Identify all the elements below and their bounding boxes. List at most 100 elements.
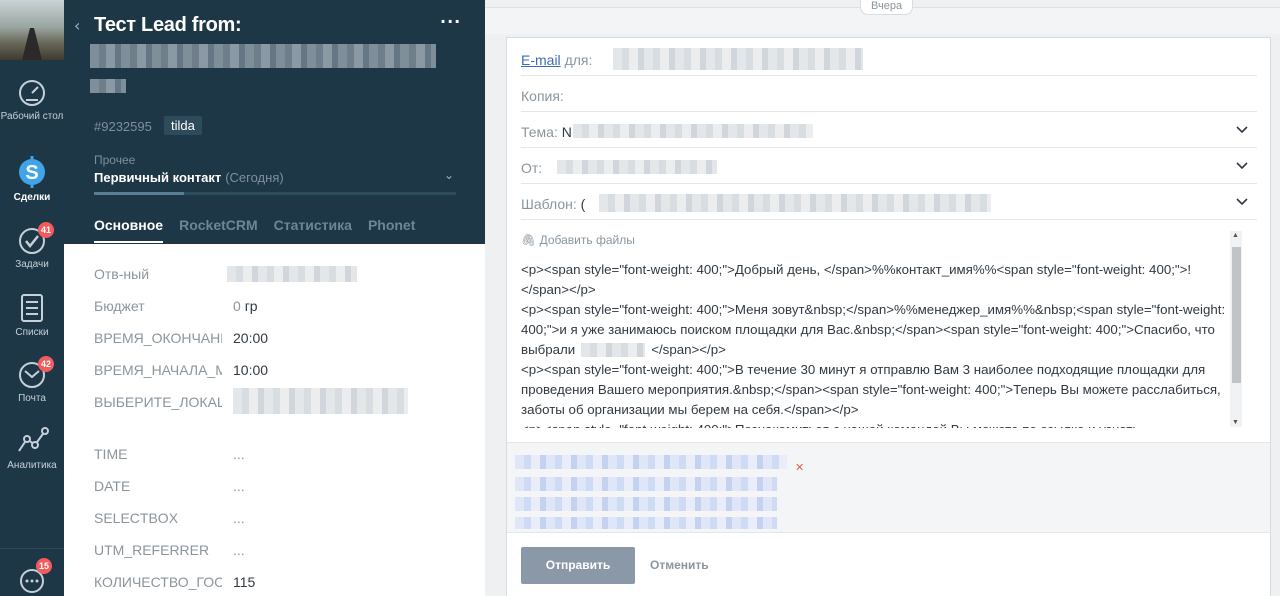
scroll-thumb[interactable] [1232,247,1241,383]
back-chevron-icon[interactable]: ‹ [74,16,80,35]
field-label: DATE [94,478,131,494]
cancel-button[interactable]: Отменить [650,558,709,572]
field-row[interactable]: Бюджет 0 гр [94,290,474,322]
body-line: <p><span style="font-weight: 400;">В теч… [521,362,1221,417]
from-field[interactable]: От: [521,148,1257,184]
email-composer: E-mail для: Копия: Тема: N От: Шаблон: (… [506,37,1271,596]
more-options-icon[interactable]: ··· [440,12,461,31]
subject-label: Тема: N [521,124,572,140]
scroll-up-icon[interactable]: ▲ [1232,232,1239,239]
to-field[interactable]: E-mail для: [521,40,1257,76]
template-label-text: Шаблон: [521,196,577,212]
brand-redacted [581,343,646,358]
stage-name: Первичный контакт [94,170,222,185]
dollar-icon: S [19,156,45,188]
nav-label: Почта [18,393,46,404]
add-files-label: Добавить файлы [539,233,635,247]
subject-label-text: Тема: [521,124,558,140]
chevron-down-icon[interactable] [1235,194,1249,208]
field-value-redacted [227,266,357,282]
field-label: TIME [94,446,128,462]
field-value: 115 [233,574,256,590]
field-row[interactable]: TIME ... [94,438,474,470]
date-label: Вчера [860,0,914,15]
nav-item-lists[interactable]: Списки [0,292,64,339]
field-value: 20:00 [233,330,269,346]
cc-label: Копия: [521,88,564,104]
account-avatar[interactable] [0,0,64,60]
nav-item-mail[interactable]: Почта 42 [0,356,64,405]
from-label: От: [521,160,543,176]
pipeline-name: Прочее [94,153,136,167]
tasks-badge: 41 [38,222,55,238]
mail-badge: 42 [38,356,55,372]
recipient-redacted [613,48,863,70]
field-value: ... [233,446,245,462]
editor-scrollbar[interactable]: ▲ ▼ [1230,231,1242,427]
send-button[interactable]: Отправить [521,547,635,584]
lead-id: #9232595 [94,119,152,134]
to-label: E-mail для: [521,52,592,68]
panel-gap [485,0,506,596]
lead-card: ‹ Тест Lead from: ··· #9232595 tilda Про… [64,0,485,596]
lead-name-redacted [90,79,126,93]
field-label: ВРЕМЯ_ОКОНЧАНИЕ [94,330,222,346]
field-row[interactable]: ВРЕМЯ_НАЧАЛА_М 10:00 [94,354,474,386]
field-value: 0 гр [233,298,258,314]
nav-item-chat[interactable]: 15 [0,558,64,596]
field-row[interactable]: SELECTBOX ... [94,502,474,534]
nav-label: Списки [15,327,49,338]
body-line: <p><span style="font-weight: 400;">Добры… [521,262,1192,297]
lead-header: ‹ Тест Lead from: ··· #9232595 tilda Про… [64,0,485,244]
field-value-redacted [233,388,408,414]
remove-icon[interactable]: ✕ [795,461,804,474]
template-field[interactable]: Шаблон: ( [521,184,1257,220]
stage-date: (Сегодня) [225,170,284,185]
stage-progress [94,192,456,195]
field-label: КОЛИЧЕСТВО_ГОС [94,574,222,590]
chevron-down-icon[interactable] [1235,158,1249,172]
nav-item-analytics[interactable]: Аналитика [0,425,64,472]
budget-value: 0 [233,298,241,314]
composer-footer: Отправить Отменить [507,532,1270,596]
cc-field[interactable]: Копия: [521,76,1257,112]
field-label: Бюджет [94,298,145,314]
main-nav: Рабочий стол S Сделки Задачи 41 Списки П… [0,0,64,596]
lead-title[interactable]: Тест Lead from: [94,14,242,37]
tab-statistics[interactable]: Статистика [274,217,352,243]
add-files-button[interactable]: 🖇 Добавить файлы [521,233,635,247]
field-row[interactable]: Отв-ный [94,258,474,290]
nav-item-dashboard[interactable]: Рабочий стол [0,78,64,123]
field-row[interactable]: DATE ... [94,470,474,502]
chevron-down-icon[interactable]: ⌄ [444,168,454,182]
lead-tag[interactable]: tilda [164,116,202,135]
tab-rocketcrm[interactable]: RocketCRM [179,217,258,243]
tab-phonet[interactable]: Phonet [368,217,415,243]
subject-field[interactable]: Тема: N [521,112,1257,148]
field-value: 10:00 [233,362,269,378]
tab-main[interactable]: Основное [94,217,164,243]
lead-tabs: Основное RocketCRM Статистика Phonet [94,217,415,243]
sender-redacted [557,160,717,174]
email-channel-link[interactable]: E-mail [521,52,561,68]
nav-divider [0,548,64,549]
scroll-down-icon[interactable]: ▼ [1232,419,1239,426]
signature-area: ✕ [507,442,1270,532]
nav-item-deals[interactable]: S Сделки [0,155,64,204]
budget-unit: гр [244,298,258,314]
field-label: SELECTBOX [94,510,179,526]
field-row[interactable]: ВЫБЕРИТЕ_ЛОКАЦ [94,386,474,438]
nav-label: Рабочий стол [0,111,64,122]
stage-select[interactable]: Первичный контакт (Сегодня) [94,170,284,185]
field-row[interactable]: ВРЕМЯ_ОКОНЧАНИЕ 20:00 [94,322,474,354]
field-row[interactable]: КОЛИЧЕСТВО_ГОС 115 [94,566,474,596]
list-icon [21,294,43,322]
chevron-down-icon[interactable] [1235,122,1249,136]
signature-redacted [515,455,787,469]
subject-prefix: N [561,124,572,140]
nav-item-tasks[interactable]: Задачи 41 [0,222,64,271]
signature-redacted [515,497,777,511]
signature-redacted [515,517,777,529]
email-body-editor[interactable]: <p><span style="font-weight: 400;">Добры… [521,260,1226,428]
field-row[interactable]: UTM_REFERRER ... [94,534,474,566]
